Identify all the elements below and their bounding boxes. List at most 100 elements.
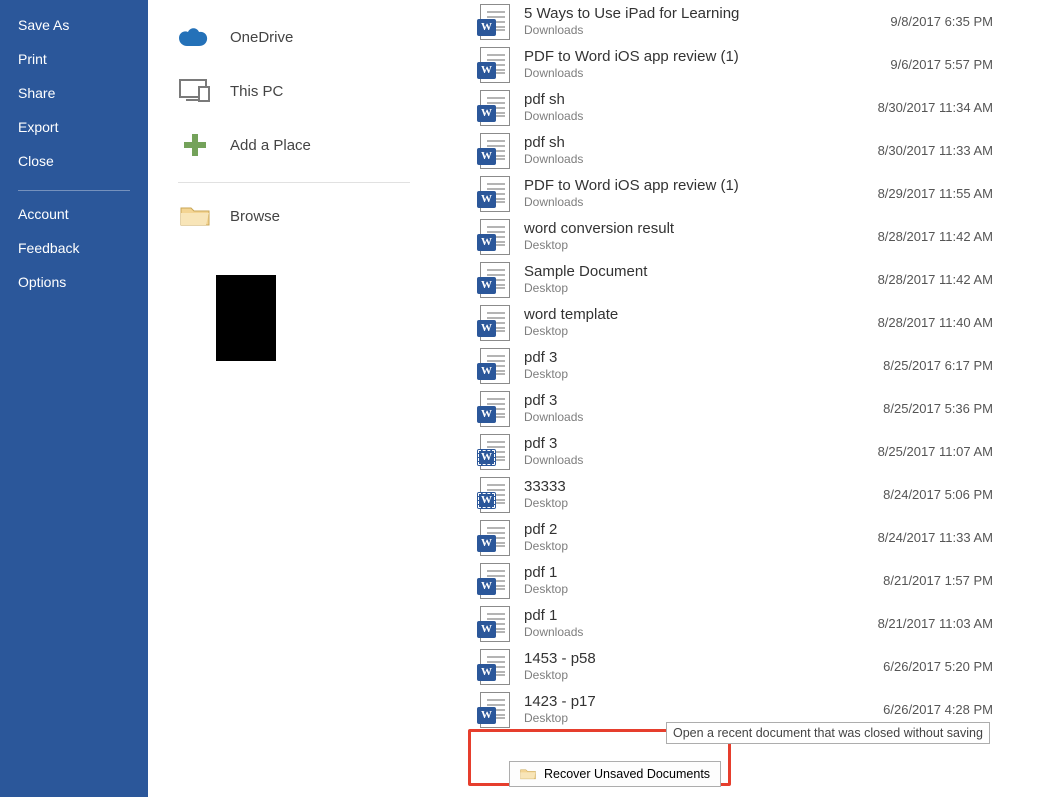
recent-file[interactable]: Wpdf 1Desktop8/21/2017 1:57 PM	[440, 559, 1043, 602]
sidebar-item-options[interactable]: Options	[0, 265, 148, 299]
places-divider	[178, 182, 410, 183]
file-text: word conversion result Desktop	[524, 220, 878, 252]
word-doc-icon: W	[480, 520, 510, 556]
file-text: PDF to Word iOS app review (1)Downloads	[524, 177, 878, 209]
file-text: pdf 1 Downloads	[524, 607, 878, 639]
file-location: Desktop	[524, 239, 878, 253]
file-name: 1453 - p58	[524, 650, 883, 667]
file-location: Desktop	[524, 583, 883, 597]
place-onedrive[interactable]: OneDrive	[148, 10, 440, 64]
recent-file[interactable]: W 33333 Desktop8/24/2017 5:06 PM	[440, 473, 1043, 516]
file-timestamp: 9/6/2017 5:57 PM	[890, 57, 993, 72]
word-doc-icon: W	[480, 305, 510, 341]
file-timestamp: 8/24/2017 11:33 AM	[878, 530, 993, 545]
file-name: PDF to Word iOS app review (1)	[524, 48, 890, 65]
file-text: PDF to Word iOS app review (1)Downloads	[524, 48, 890, 80]
file-text: 5 Ways to Use iPad for LearningDownloads	[524, 5, 890, 37]
file-text: pdf 1Desktop	[524, 564, 883, 596]
this-pc-icon	[178, 76, 212, 106]
file-text: pdf 3Downloads	[524, 392, 883, 424]
recent-file[interactable]: Wpdf 3Downloads8/25/2017 5:36 PM	[440, 387, 1043, 430]
file-text: 33333 Desktop	[524, 478, 883, 510]
word-doc-icon: W	[480, 4, 510, 40]
recent-file[interactable]: W 5 Ways to Use iPad for LearningDownload…	[440, 0, 1043, 43]
add-place-icon	[178, 130, 212, 160]
place-label: Browse	[230, 208, 280, 225]
file-location: Downloads	[524, 626, 878, 640]
sidebar-item-close[interactable]: Close	[0, 144, 148, 178]
recent-files-pane: W 5 Ways to Use iPad for LearningDownload…	[440, 0, 1043, 797]
file-location: Downloads	[524, 196, 878, 210]
file-location: Desktop	[524, 540, 878, 554]
recover-unsaved-button[interactable]: Recover Unsaved Documents	[509, 761, 721, 787]
recent-file[interactable]: Wpdf 3 Desktop8/25/2017 6:17 PM	[440, 344, 1043, 387]
place-this-pc[interactable]: This PC	[148, 64, 440, 118]
file-location: Downloads	[524, 24, 890, 38]
file-location: Desktop	[524, 497, 883, 511]
backstage-sidebar: Save As Print Share Export Close Account…	[0, 0, 148, 797]
file-name: pdf 3	[524, 349, 883, 366]
file-text: pdf 3 Downloads	[524, 435, 878, 467]
recover-area: Open a recent document that was closed w…	[468, 729, 1023, 797]
file-text: pdf 2 Desktop	[524, 521, 878, 553]
file-timestamp: 8/21/2017 1:57 PM	[883, 573, 993, 588]
place-browse[interactable]: Browse	[148, 189, 440, 243]
file-timestamp: 9/8/2017 6:35 PM	[890, 14, 993, 29]
file-timestamp: 8/25/2017 11:07 AM	[878, 444, 993, 459]
recover-button-label: Recover Unsaved Documents	[544, 767, 710, 781]
word-doc-icon: W	[480, 434, 510, 470]
sidebar-item-print[interactable]: Print	[0, 42, 148, 76]
file-name: pdf sh	[524, 91, 878, 108]
file-name: word conversion result	[524, 220, 878, 237]
file-location: Desktop	[524, 368, 883, 382]
recent-file[interactable]: WPDF to Word iOS app review (1)Downloads…	[440, 43, 1043, 86]
recent-file[interactable]: Wpdf 1Downloads8/21/2017 11:03 AM	[440, 602, 1043, 645]
sidebar-item-account[interactable]: Account	[0, 197, 148, 231]
places-column: OneDrive This PC Add a Place Browse	[148, 0, 440, 797]
onedrive-icon	[178, 22, 212, 52]
word-doc-icon: W	[480, 133, 510, 169]
word-doc-icon: W	[480, 219, 510, 255]
redacted-block	[216, 275, 276, 361]
recent-file[interactable]: W PDF to Word iOS app review (1)Downloads…	[440, 172, 1043, 215]
recent-file[interactable]: W1453 - p58Desktop6/26/2017 5:20 PM	[440, 645, 1043, 688]
file-text: Sample Document Desktop	[524, 263, 878, 295]
file-name: pdf 2	[524, 521, 878, 538]
sidebar-item-export[interactable]: Export	[0, 110, 148, 144]
recent-files-list: W 5 Ways to Use iPad for LearningDownload…	[440, 0, 1043, 729]
recent-file[interactable]: Wpdf shDownloads8/30/2017 11:33 AM	[440, 129, 1043, 172]
file-name: pdf 1	[524, 607, 878, 624]
file-text: pdf 3 Desktop	[524, 349, 883, 381]
word-doc-icon: W	[480, 649, 510, 685]
file-timestamp: 8/30/2017 11:34 AM	[878, 100, 993, 115]
file-name: Sample Document	[524, 263, 878, 280]
recent-file[interactable]: WSample DocumentDesktop8/28/2017 11:42 A…	[440, 258, 1043, 301]
word-doc-icon: W	[480, 348, 510, 384]
word-doc-icon: W	[480, 90, 510, 126]
recent-file[interactable]: Wword conversion resultDesktop8/28/2017 …	[440, 215, 1043, 258]
file-text: 1423 - p17Desktop	[524, 693, 883, 725]
file-location: Desktop	[524, 282, 878, 296]
file-timestamp: 8/24/2017 5:06 PM	[883, 487, 993, 502]
sidebar-item-save-as[interactable]: Save As	[0, 8, 148, 42]
recent-file[interactable]: Wpdf shDownloads8/30/2017 11:34 AM	[440, 86, 1043, 129]
file-location: Downloads	[524, 454, 878, 468]
recover-tooltip: Open a recent document that was closed w…	[666, 722, 990, 744]
file-text: pdf shDownloads	[524, 134, 878, 166]
sidebar-item-share[interactable]: Share	[0, 76, 148, 110]
folder-icon	[520, 767, 536, 781]
file-timestamp: 8/28/2017 11:42 AM	[878, 272, 993, 287]
file-timestamp: 6/26/2017 4:28 PM	[883, 702, 993, 717]
recent-file[interactable]: Wword templateDesktop8/28/2017 11:40 AM	[440, 301, 1043, 344]
word-doc-icon: W	[480, 606, 510, 642]
file-timestamp: 8/28/2017 11:40 AM	[878, 315, 993, 330]
word-doc-icon: W	[480, 176, 510, 212]
sidebar-item-feedback[interactable]: Feedback	[0, 231, 148, 265]
recent-file[interactable]: Wpdf 2 Desktop8/24/2017 11:33 AM	[440, 516, 1043, 559]
word-doc-icon: W	[480, 477, 510, 513]
file-name: pdf 3	[524, 435, 878, 452]
place-add[interactable]: Add a Place	[148, 118, 440, 172]
file-name: 33333	[524, 478, 883, 495]
recent-file[interactable]: Wpdf 3 Downloads8/25/2017 11:07 AM	[440, 430, 1043, 473]
file-timestamp: 8/25/2017 6:17 PM	[883, 358, 993, 373]
